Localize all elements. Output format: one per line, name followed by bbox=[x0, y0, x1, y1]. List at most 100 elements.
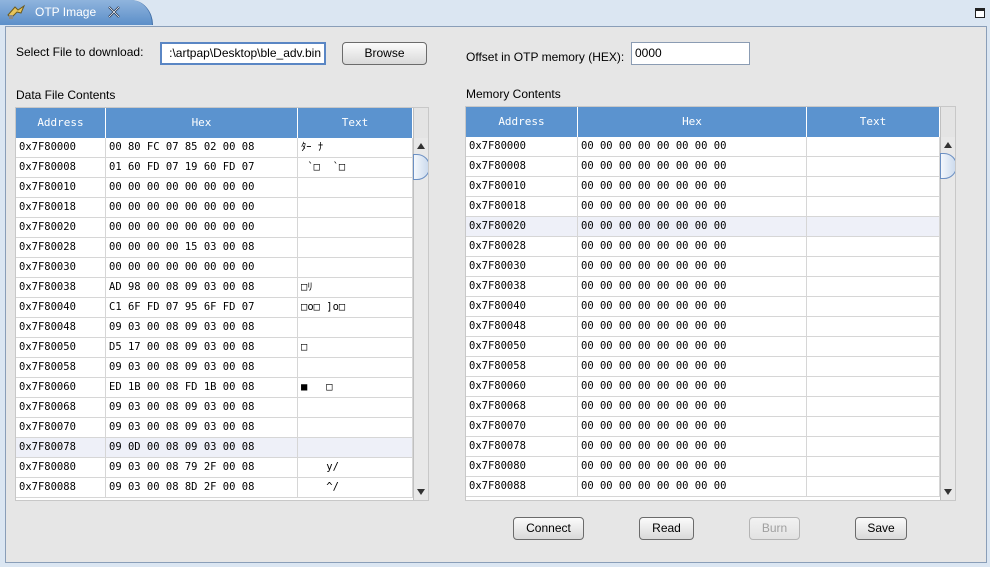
scroll-up-arrow-icon[interactable] bbox=[414, 138, 428, 154]
table-row[interactable]: 0x7F80000 00 00 00 00 00 00 00 00 bbox=[466, 137, 940, 157]
table-row[interactable]: 0x7F80068 00 00 00 00 00 00 00 00 bbox=[466, 397, 940, 417]
table-row[interactable]: 0x7F80068 09 03 00 08 09 03 00 08 bbox=[16, 398, 413, 418]
table-row[interactable]: 0x7F80020 00 00 00 00 00 00 00 00 bbox=[16, 218, 413, 238]
memory-cell-address: 0x7F80008 bbox=[466, 157, 578, 176]
maximize-icon[interactable] bbox=[975, 8, 985, 18]
tab-bar: OTP Image bbox=[0, 0, 990, 26]
memory-cell-hex: 00 00 00 00 00 00 00 00 bbox=[578, 337, 807, 356]
table-row[interactable]: 0x7F80008 01 60 FD 07 19 60 FD 07 `□ `□ bbox=[16, 158, 413, 178]
browse-button[interactable]: Browse bbox=[342, 42, 427, 65]
table-row[interactable]: 0x7F80080 00 00 00 00 00 00 00 00 bbox=[466, 457, 940, 477]
table-row[interactable]: 0x7F80038 AD 98 00 08 09 03 00 08 □ﾘ bbox=[16, 278, 413, 298]
data-file-cell-hex: 09 03 00 08 8D 2F 00 08 bbox=[106, 478, 298, 497]
table-row[interactable]: 0x7F80078 09 0D 00 08 09 03 00 08 bbox=[16, 438, 413, 458]
data-file-cell-address: 0x7F80030 bbox=[16, 258, 106, 277]
memory-cell-text bbox=[807, 357, 940, 376]
memory-cell-text bbox=[807, 317, 940, 336]
memory-column-header-address[interactable]: Address bbox=[466, 107, 578, 137]
offset-input[interactable]: 0000 bbox=[631, 42, 750, 65]
memory-cell-text bbox=[807, 137, 940, 156]
table-row[interactable]: 0x7F80030 00 00 00 00 00 00 00 00 bbox=[466, 257, 940, 277]
data-file-cell-text: □ﾘ bbox=[298, 278, 413, 297]
data-file-column-header-hex[interactable]: Hex bbox=[106, 108, 298, 138]
read-button[interactable]: Read bbox=[639, 517, 694, 540]
table-row[interactable]: 0x7F80050 D5 17 00 08 09 03 00 08 □ bbox=[16, 338, 413, 358]
memory-cell-text bbox=[807, 197, 940, 216]
chip-icon bbox=[7, 4, 26, 19]
memory-cell-text bbox=[807, 257, 940, 276]
table-row[interactable]: 0x7F80008 00 00 00 00 00 00 00 00 bbox=[466, 157, 940, 177]
table-row[interactable]: 0x7F80010 00 00 00 00 00 00 00 00 bbox=[16, 178, 413, 198]
data-file-cell-address: 0x7F80088 bbox=[16, 478, 106, 497]
table-row[interactable]: 0x7F80060 00 00 00 00 00 00 00 00 bbox=[466, 377, 940, 397]
memory-cell-hex: 00 00 00 00 00 00 00 00 bbox=[578, 277, 807, 296]
table-row[interactable]: 0x7F80078 00 00 00 00 00 00 00 00 bbox=[466, 437, 940, 457]
table-row[interactable]: 0x7F80030 00 00 00 00 00 00 00 00 bbox=[16, 258, 413, 278]
memory-cell-address: 0x7F80000 bbox=[466, 137, 578, 156]
tab-otp-image[interactable]: OTP Image bbox=[0, 0, 153, 25]
table-row[interactable]: 0x7F80070 09 03 00 08 09 03 00 08 bbox=[16, 418, 413, 438]
memory-cell-address: 0x7F80040 bbox=[466, 297, 578, 316]
table-row[interactable]: 0x7F80060 ED 1B 00 08 FD 1B 00 08 ■ □ bbox=[16, 378, 413, 398]
table-row[interactable]: 0x7F80080 09 03 00 08 79 2F 00 08 y/ bbox=[16, 458, 413, 478]
data-file-cell-text bbox=[298, 398, 413, 417]
table-row[interactable]: 0x7F80058 00 00 00 00 00 00 00 00 bbox=[466, 357, 940, 377]
data-file-cell-text bbox=[298, 218, 413, 237]
burn-button: Burn bbox=[749, 517, 800, 540]
data-file-cell-hex: 00 00 00 00 00 00 00 00 bbox=[106, 218, 298, 237]
scroll-down-arrow-icon[interactable] bbox=[941, 484, 955, 500]
memory-column-header-text[interactable]: Text bbox=[807, 107, 940, 137]
data-file-cell-address: 0x7F80018 bbox=[16, 198, 106, 217]
data-file-cell-text bbox=[298, 358, 413, 377]
data-file-column-header-text[interactable]: Text bbox=[298, 108, 413, 138]
data-file-table: Address Hex Text 0x7F80000 00 80 FC 07 85 02… bbox=[15, 107, 429, 501]
table-row[interactable]: 0x7F80040 C1 6F FD 07 95 6F FD 07 □o□ ]o□ bbox=[16, 298, 413, 318]
memory-cell-text bbox=[807, 417, 940, 436]
scroll-thumb[interactable] bbox=[413, 154, 428, 180]
data-file-vertical-scrollbar[interactable] bbox=[413, 138, 428, 500]
table-row[interactable]: 0x7F80040 00 00 00 00 00 00 00 00 bbox=[466, 297, 940, 317]
memory-table: Address Hex Text 0x7F80000 00 00 00 00 00 00… bbox=[465, 106, 956, 501]
data-file-cell-hex: 09 03 00 08 09 03 00 08 bbox=[106, 358, 298, 377]
table-row[interactable]: 0x7F80088 00 00 00 00 00 00 00 00 bbox=[466, 477, 940, 497]
data-file-cell-address: 0x7F80010 bbox=[16, 178, 106, 197]
memory-cell-text bbox=[807, 377, 940, 396]
table-row[interactable]: 0x7F80010 00 00 00 00 00 00 00 00 bbox=[466, 177, 940, 197]
data-file-cell-address: 0x7F80060 bbox=[16, 378, 106, 397]
table-row[interactable]: 0x7F80048 00 00 00 00 00 00 00 00 bbox=[466, 317, 940, 337]
connect-button[interactable]: Connect bbox=[513, 517, 584, 540]
table-row[interactable]: 0x7F80018 00 00 00 00 00 00 00 00 bbox=[466, 197, 940, 217]
table-row[interactable]: 0x7F80050 00 00 00 00 00 00 00 00 bbox=[466, 337, 940, 357]
table-row[interactable]: 0x7F80028 00 00 00 00 00 00 00 00 bbox=[466, 237, 940, 257]
memory-cell-hex: 00 00 00 00 00 00 00 00 bbox=[578, 217, 807, 236]
memory-cell-text bbox=[807, 217, 940, 236]
memory-vertical-scrollbar[interactable] bbox=[940, 137, 955, 500]
table-row[interactable]: 0x7F80000 00 80 FC 07 85 02 00 08 ﾀｰ ﾅ bbox=[16, 138, 413, 158]
memory-cell-text bbox=[807, 337, 940, 356]
scroll-down-arrow-icon[interactable] bbox=[414, 484, 428, 500]
table-row[interactable]: 0x7F80070 00 00 00 00 00 00 00 00 bbox=[466, 417, 940, 437]
memory-cell-text bbox=[807, 237, 940, 256]
memory-cell-hex: 00 00 00 00 00 00 00 00 bbox=[578, 377, 807, 396]
memory-cell-address: 0x7F80038 bbox=[466, 277, 578, 296]
table-row[interactable]: 0x7F80048 09 03 00 08 09 03 00 08 bbox=[16, 318, 413, 338]
tab-title: OTP Image bbox=[35, 5, 97, 19]
memory-cell-hex: 00 00 00 00 00 00 00 00 bbox=[578, 477, 807, 496]
save-button[interactable]: Save bbox=[855, 517, 907, 540]
table-row[interactable]: 0x7F80058 09 03 00 08 09 03 00 08 bbox=[16, 358, 413, 378]
data-file-cell-hex: C1 6F FD 07 95 6F FD 07 bbox=[106, 298, 298, 317]
table-row[interactable]: 0x7F80038 00 00 00 00 00 00 00 00 bbox=[466, 277, 940, 297]
table-row[interactable]: 0x7F80028 00 00 00 00 15 03 00 08 bbox=[16, 238, 413, 258]
table-row[interactable]: 0x7F80088 09 03 00 08 8D 2F 00 08 ^/ bbox=[16, 478, 413, 498]
close-x-icon[interactable] bbox=[108, 6, 120, 18]
scroll-thumb[interactable] bbox=[940, 153, 955, 179]
data-file-cell-text: ■ □ bbox=[298, 378, 413, 397]
data-file-column-header-address[interactable]: Address bbox=[16, 108, 106, 138]
data-file-cell-hex: 09 03 00 08 09 03 00 08 bbox=[106, 318, 298, 337]
scroll-up-arrow-icon[interactable] bbox=[941, 137, 955, 153]
table-row[interactable]: 0x7F80018 00 00 00 00 00 00 00 00 bbox=[16, 198, 413, 218]
memory-column-header-hex[interactable]: Hex bbox=[578, 107, 807, 137]
table-row[interactable]: 0x7F80020 00 00 00 00 00 00 00 00 bbox=[466, 217, 940, 237]
data-file-cell-hex: 00 00 00 00 15 03 00 08 bbox=[106, 238, 298, 257]
file-path-input[interactable]: :\artpap\Desktop\ble_adv.bin bbox=[160, 42, 326, 65]
